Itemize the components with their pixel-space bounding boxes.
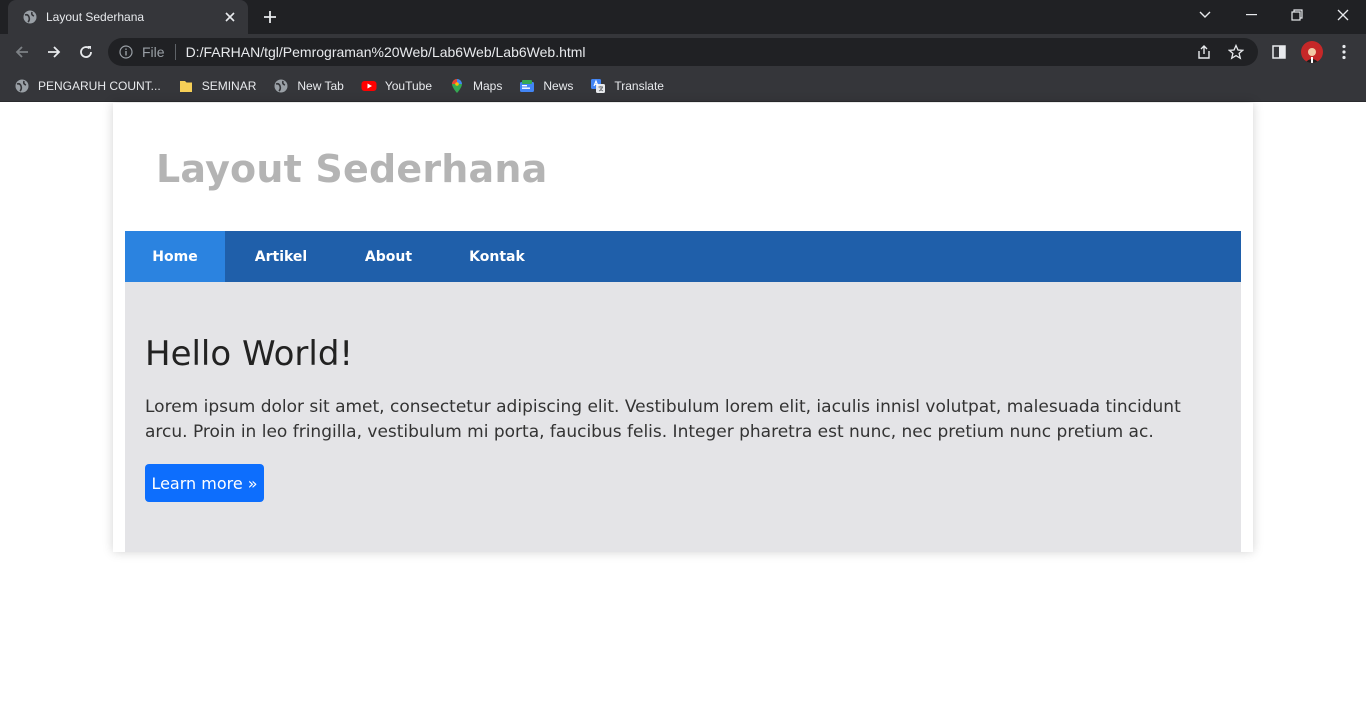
site-header: Layout Sederhana [113,103,1253,231]
tab-search-button[interactable] [1182,0,1228,30]
site-nav: Home Artikel About Kontak [125,231,1241,282]
more-vert-icon [1342,44,1346,60]
side-panel-icon [1272,45,1286,59]
bookmark-label: YouTube [384,78,433,93]
bookmark-item[interactable]: PENGARUH COUNT... [14,74,161,98]
back-button[interactable] [8,38,36,66]
close-icon [1337,9,1349,21]
news-icon [519,78,535,94]
chevron-down-icon [1199,11,1211,18]
hero-section: Hello World! Lorem ipsum dolor sit amet,… [125,282,1241,552]
address-bar[interactable]: File D:/FARHAN/tgl/Pemrograman%20Web/Lab… [108,38,1258,66]
scheme-label: File [142,44,165,60]
minimize-button[interactable] [1228,0,1274,30]
avatar [1301,41,1323,63]
bookmark-label: Maps [473,78,503,93]
reload-icon [80,46,92,58]
bookmark-label: SEMINAR [201,78,257,93]
hero-paragraph: Lorem ipsum dolor sit amet, consectetur … [145,397,1181,442]
page-viewport: Layout Sederhana Home Artikel About Kont… [0,103,1366,704]
bookmark-item[interactable]: News [519,74,573,98]
bookmark-label: New Tab [297,78,344,93]
info-icon[interactable] [118,44,134,60]
bookmark-label: PENGARUH COUNT... [38,78,161,93]
restore-icon [1291,9,1303,21]
bookmark-label: News [543,78,574,93]
side-panel-button[interactable] [1267,40,1291,64]
nav-item-about[interactable]: About [337,231,440,282]
close-icon[interactable] [222,9,238,25]
youtube-icon [361,78,377,94]
new-tab-button[interactable] [258,5,282,29]
site-title: Layout Sederhana [156,147,548,191]
nav-item-home[interactable]: Home [125,231,225,282]
bookmark-item[interactable]: YouTube [361,74,432,98]
bookmarks-bar: PENGARUH COUNT... SEMINAR New Tab YouTub… [0,70,1366,102]
profile-button[interactable] [1300,40,1324,64]
star-icon[interactable] [1226,42,1246,62]
close-window-button[interactable] [1320,0,1366,30]
bookmark-item[interactable]: Translate [590,74,664,98]
arrow-left-icon [15,46,28,58]
reload-button[interactable] [72,38,100,66]
browser-toolbar: File D:/FARHAN/tgl/Pemrograman%20Web/Lab… [0,34,1366,70]
menu-button[interactable] [1332,40,1356,64]
minimize-icon [1245,14,1257,16]
forward-button[interactable] [40,38,68,66]
plus-icon [264,11,276,23]
arrow-right-icon [48,46,61,58]
nav-item-artikel[interactable]: Artikel [225,231,337,282]
maps-icon [449,78,465,94]
bookmark-label: Translate [614,78,664,93]
bookmark-item[interactable]: New Tab [273,74,344,98]
url-text[interactable]: D:/FARHAN/tgl/Pemrograman%20Web/Lab6Web/… [186,44,1194,60]
browser-titlebar: Layout Sederhana [0,0,1366,34]
bookmark-item[interactable]: Maps [449,74,502,98]
globe-icon [273,78,289,94]
learn-more-button[interactable]: Learn more » [145,464,264,502]
browser-tab[interactable]: Layout Sederhana [8,0,248,34]
divider [174,44,176,60]
translate-icon [590,78,606,94]
restore-button[interactable] [1274,0,1320,30]
tab-title: Layout Sederhana [46,10,145,24]
globe-icon [14,78,30,94]
globe-icon [22,9,38,25]
bookmark-item[interactable]: SEMINAR [178,74,257,98]
hero-heading: Hello World! [145,334,354,374]
nav-item-kontak[interactable]: Kontak [440,231,554,282]
folder-icon [178,78,194,94]
share-icon[interactable] [1194,42,1214,62]
site-container: Layout Sederhana Home Artikel About Kont… [113,103,1253,552]
